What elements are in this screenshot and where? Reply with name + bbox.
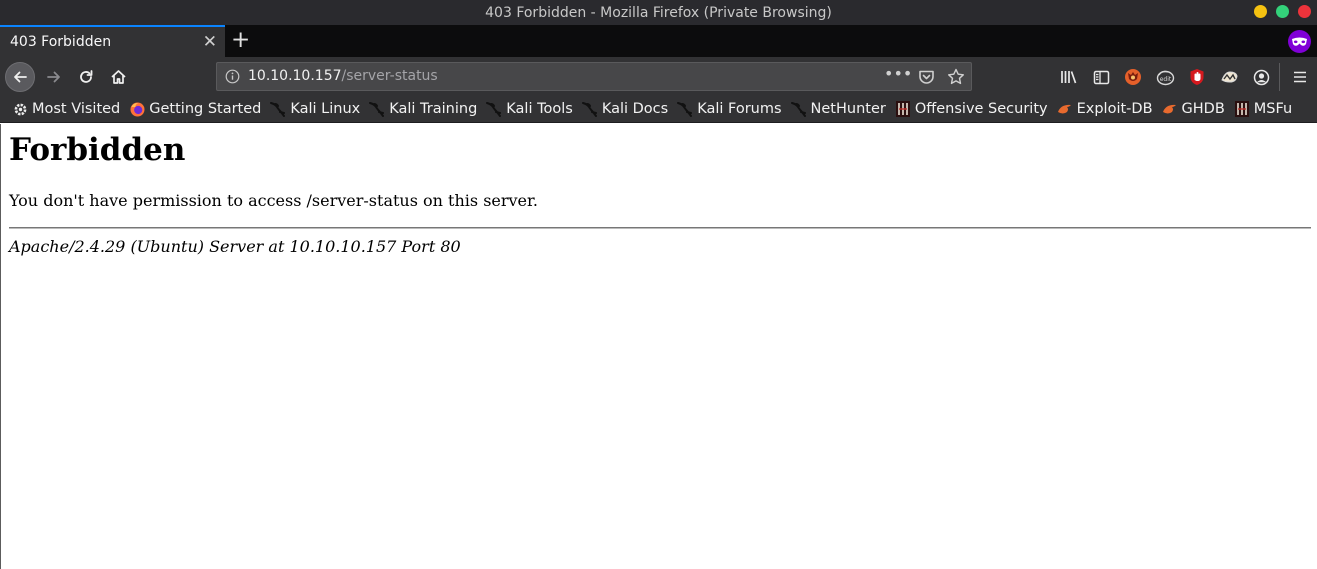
bookmark-nethunter[interactable]: NetHunter (790, 101, 886, 117)
bookmark-msfu[interactable]: MSFu (1234, 101, 1292, 117)
minimize-button[interactable] (1254, 5, 1267, 18)
pocket-icon[interactable] (918, 69, 935, 85)
account-icon (1253, 69, 1269, 85)
new-tab-button[interactable]: + (231, 28, 250, 52)
page-heading: Forbidden (9, 132, 186, 168)
bookmark-label: Kali Forums (697, 101, 782, 117)
ublock-button[interactable] (1182, 62, 1212, 92)
bookmark-label: MSFu (1253, 101, 1293, 117)
bookmark-label: Offensive Security (914, 101, 1048, 117)
kali-dragon-icon (270, 101, 286, 117)
window-title: 403 Forbidden - Mozilla Firefox (Private… (485, 4, 832, 21)
bookmark-ghdb[interactable]: GHDB (1162, 101, 1225, 117)
kali-dragon-icon (369, 101, 385, 117)
kali-dragon-icon (790, 101, 807, 117)
bookmark-label: GHDB (1181, 101, 1225, 117)
gear-icon (12, 101, 28, 117)
bookmarks-toolbar: Most Visited Getting Started Kali Linux … (0, 96, 1317, 123)
bookmark-label: Exploit-DB (1076, 101, 1153, 117)
bookmark-kali-forums[interactable]: Kali Forums (677, 101, 782, 117)
menu-icon (1294, 71, 1306, 83)
exploitdb-icon (1057, 101, 1073, 117)
toolbar-separator (1279, 63, 1280, 91)
bookmark-star-icon[interactable] (947, 68, 965, 85)
home-icon (110, 70, 126, 84)
open-menu-button[interactable] (1285, 62, 1315, 92)
wappalyzer-button[interactable] (1214, 62, 1244, 92)
tab-strip: 403 Forbidden ✕ + (0, 25, 1317, 57)
kali-dragon-icon (677, 101, 693, 117)
svg-text:edit: edit (1159, 76, 1171, 83)
sidebar-icon (1093, 70, 1109, 84)
url-host: 10.10.10.157 (248, 68, 342, 84)
page-content: Forbidden You don't have permission to a… (0, 124, 1317, 569)
cookie-button[interactable]: edit (1150, 62, 1180, 92)
forward-button[interactable] (39, 62, 69, 92)
maximize-button[interactable] (1276, 5, 1289, 18)
bookmark-label: Kali Tools (506, 101, 573, 117)
window-controls (1254, 5, 1311, 18)
account-button[interactable] (1246, 62, 1276, 92)
private-browsing-icon (1288, 30, 1311, 53)
bookmark-label: Getting Started (149, 101, 262, 117)
foxyproxy-icon (1125, 69, 1141, 85)
forward-icon (47, 71, 60, 83)
server-signature: Apache/2.4.29 (Ubuntu) Server at 10.10.1… (9, 237, 461, 256)
window-titlebar: 403 Forbidden - Mozilla Firefox (Private… (0, 0, 1317, 25)
bookmark-kali-linux[interactable]: Kali Linux (270, 101, 360, 117)
url-text[interactable]: 10.10.10.157/server-status (248, 68, 438, 84)
bookmark-exploit-db[interactable]: Exploit-DB (1057, 101, 1153, 117)
tab-403-forbidden[interactable]: 403 Forbidden ✕ (0, 25, 225, 57)
close-tab-icon[interactable]: ✕ (203, 32, 217, 52)
error-message: You don't have permission to access /ser… (9, 191, 538, 210)
home-button[interactable] (103, 62, 133, 92)
tab-label: 403 Forbidden (10, 34, 112, 50)
bookmark-label: Kali Training (389, 101, 478, 117)
navigation-toolbar: 10.10.10.157/server-status ••• edit (0, 57, 1317, 96)
bookmark-kali-docs[interactable]: Kali Docs (581, 101, 669, 117)
sidebar-button[interactable] (1086, 62, 1116, 92)
url-bar[interactable]: 10.10.10.157/server-status ••• (216, 62, 972, 91)
ublock-icon (1190, 69, 1204, 85)
kali-dragon-icon (486, 101, 502, 117)
page-actions-icon[interactable]: ••• (884, 66, 912, 84)
divider (9, 227, 1311, 229)
back-button[interactable] (5, 62, 35, 92)
bookmark-label: Kali Linux (290, 101, 361, 117)
bookmark-most-visited[interactable]: Most Visited (12, 101, 120, 117)
bookmark-kali-training[interactable]: Kali Training (369, 101, 477, 117)
bookmark-label: Most Visited (32, 101, 121, 117)
offsec-icon (1234, 101, 1250, 117)
url-actions: ••• (884, 63, 971, 90)
info-icon[interactable] (225, 69, 240, 84)
kali-dragon-icon (581, 101, 598, 117)
url-path: /server-status (341, 68, 438, 84)
cookie-icon: edit (1156, 70, 1174, 85)
library-button[interactable] (1054, 62, 1084, 92)
reload-icon (80, 70, 93, 83)
bookmark-offensive-security[interactable]: Offensive Security (895, 101, 1048, 117)
offsec-icon (895, 101, 911, 117)
bookmark-label: Kali Docs (601, 101, 669, 117)
bookmark-getting-started[interactable]: Getting Started (129, 101, 261, 117)
back-icon (14, 71, 27, 83)
bookmark-label: NetHunter (810, 101, 886, 117)
library-icon (1061, 71, 1077, 84)
firefox-icon (129, 101, 145, 117)
foxyproxy-button[interactable] (1118, 62, 1148, 92)
exploitdb-icon (1162, 101, 1178, 117)
close-window-button[interactable] (1298, 5, 1311, 18)
bookmark-kali-tools[interactable]: Kali Tools (486, 101, 573, 117)
wappalyzer-icon (1220, 71, 1238, 83)
reload-button[interactable] (71, 62, 101, 92)
